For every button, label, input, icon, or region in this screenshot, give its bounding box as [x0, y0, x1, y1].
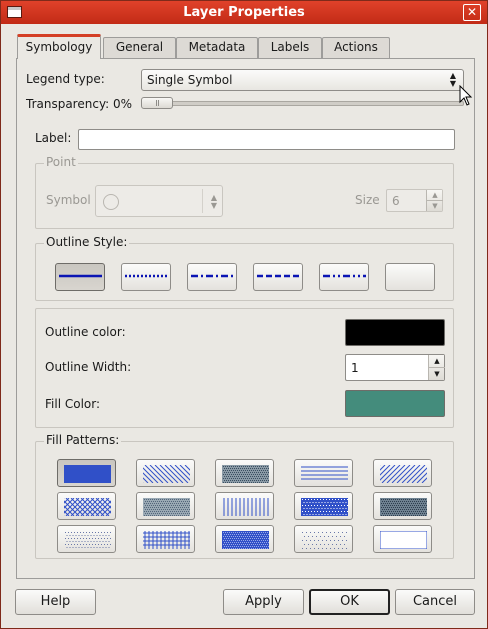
mouse-pointer-icon	[459, 85, 473, 106]
pattern-cross-diag-icon	[64, 498, 111, 516]
legend-type-label: Legend type:	[26, 72, 105, 86]
slider-handle[interactable]	[141, 97, 173, 109]
outline-style-title: Outline Style:	[44, 235, 130, 249]
line-dot-icon	[125, 274, 168, 278]
pattern-sparse-dots-icon	[65, 532, 111, 548]
outline-width-value: 1	[351, 361, 359, 375]
fill-patterns-title: Fill Patterns:	[44, 433, 122, 447]
fill-pattern-horizontal-button[interactable]	[294, 459, 353, 487]
circle-symbol-icon	[103, 194, 119, 210]
fill-color-label: Fill Color:	[45, 397, 101, 411]
pattern-solid-icon	[64, 465, 111, 483]
tab-metadata[interactable]: Metadata	[176, 37, 258, 58]
spin-up-icon[interactable]: ▲	[429, 355, 445, 368]
legend-type-combo[interactable]: Single Symbol ▲ ▼	[141, 69, 464, 91]
fill-pattern-sparse-dots-2-button[interactable]	[294, 525, 353, 553]
outline-color-button[interactable]	[345, 319, 445, 346]
outline-style-solid-button[interactable]	[55, 263, 105, 291]
label-field-label: Label:	[35, 131, 72, 145]
fill-pattern-dense-dots-button[interactable]	[294, 492, 353, 520]
fill-pattern-grid-button[interactable]	[136, 525, 195, 553]
close-button[interactable]: ✕	[463, 4, 481, 21]
outline-width-label: Outline Width:	[45, 360, 132, 374]
window-title: Layer Properties	[183, 5, 305, 20]
spin-buttons: ▲ ▼	[428, 355, 445, 381]
fill-pattern-dense-gray-3-button[interactable]	[373, 492, 432, 520]
size-label: Size	[355, 193, 380, 207]
line-dash-dot-dot-icon	[323, 274, 366, 278]
outline-style-dash-dot-dot-button[interactable]	[319, 263, 369, 291]
transparency-label: Transparency: 0%	[26, 97, 133, 111]
outline-style-none-button[interactable]	[385, 263, 435, 291]
fill-pattern-sparse-dots-button[interactable]	[57, 525, 116, 553]
ok-button[interactable]: OK	[309, 589, 390, 615]
line-dash-icon	[257, 274, 300, 278]
transparency-slider[interactable]	[141, 97, 464, 109]
pattern-horizontal-icon	[301, 466, 348, 480]
tab-symbology[interactable]: Symbology	[17, 34, 101, 59]
pattern-grid-icon	[143, 531, 190, 549]
apply-button[interactable]: Apply	[223, 589, 304, 615]
pattern-none-icon	[380, 531, 427, 549]
symbol-label: Symbol	[46, 193, 91, 207]
fill-pattern-dense-gray-button[interactable]	[215, 459, 274, 487]
pattern-vertical-icon	[223, 498, 269, 516]
outline-style-dash-button[interactable]	[253, 263, 303, 291]
tab-labels[interactable]: Labels	[258, 37, 322, 58]
tab-general[interactable]: General	[103, 37, 176, 58]
line-dash-dot-icon	[191, 274, 234, 278]
fill-pattern-none-button[interactable]	[373, 525, 432, 553]
updown-arrows-icon: ▲ ▼	[449, 71, 457, 88]
symbol-combo[interactable]: ▲ ▼	[95, 185, 223, 217]
combo-separator	[202, 189, 203, 213]
layer-properties-window: Layer Properties ✕ Symbology General Met…	[0, 0, 488, 629]
help-button[interactable]: Help	[15, 589, 96, 615]
pattern-sparse-dots-2-icon	[302, 532, 347, 549]
fill-pattern-fdiag-button[interactable]	[136, 459, 195, 487]
fill-pattern-dense-gray-2-button[interactable]	[136, 492, 195, 520]
outline-width-spinbox[interactable]: 1 ▲ ▼	[345, 354, 445, 381]
pattern-dense-gray-icon	[222, 465, 269, 483]
label-field-input[interactable]	[78, 129, 455, 150]
pattern-fdiag-icon	[143, 465, 190, 483]
pattern-dense-dots-icon	[301, 498, 348, 516]
spin-buttons: ▲ ▼	[426, 190, 443, 212]
pattern-dense-dots-2-icon	[222, 531, 269, 549]
fill-pattern-cross-diag-button[interactable]	[57, 492, 116, 520]
updown-arrows-icon: ▲ ▼	[210, 193, 217, 210]
fill-pattern-vertical-button[interactable]	[215, 492, 274, 520]
spin-down-icon[interactable]: ▼	[429, 368, 445, 381]
spin-up-icon[interactable]: ▲	[427, 190, 443, 201]
tab-actions[interactable]: Actions	[322, 37, 390, 58]
outline-color-label: Outline color:	[45, 325, 126, 339]
legend-type-value: Single Symbol	[147, 73, 233, 87]
size-value: 6	[392, 194, 400, 208]
fill-pattern-bdiag-button[interactable]	[373, 459, 432, 487]
fill-pattern-dense-dots-2-button[interactable]	[215, 525, 274, 553]
line-solid-icon	[59, 274, 102, 278]
pattern-dense-gray-3-icon	[380, 498, 427, 516]
spin-down-icon[interactable]: ▼	[427, 201, 443, 212]
title-bar[interactable]: Layer Properties ✕	[1, 1, 487, 24]
point-group-title: Point	[44, 155, 78, 169]
size-spinbox[interactable]: 6 ▲ ▼	[386, 189, 443, 212]
outline-style-dot-button[interactable]	[121, 263, 171, 291]
fill-pattern-solid-button[interactable]	[57, 459, 116, 487]
cancel-button[interactable]: Cancel	[395, 589, 475, 615]
outline-style-dash-dot-button[interactable]	[187, 263, 237, 291]
pattern-dense-gray-2-icon	[143, 498, 190, 516]
pattern-bdiag-icon	[380, 465, 427, 483]
slider-track	[141, 101, 464, 106]
fill-color-button[interactable]	[345, 390, 445, 417]
